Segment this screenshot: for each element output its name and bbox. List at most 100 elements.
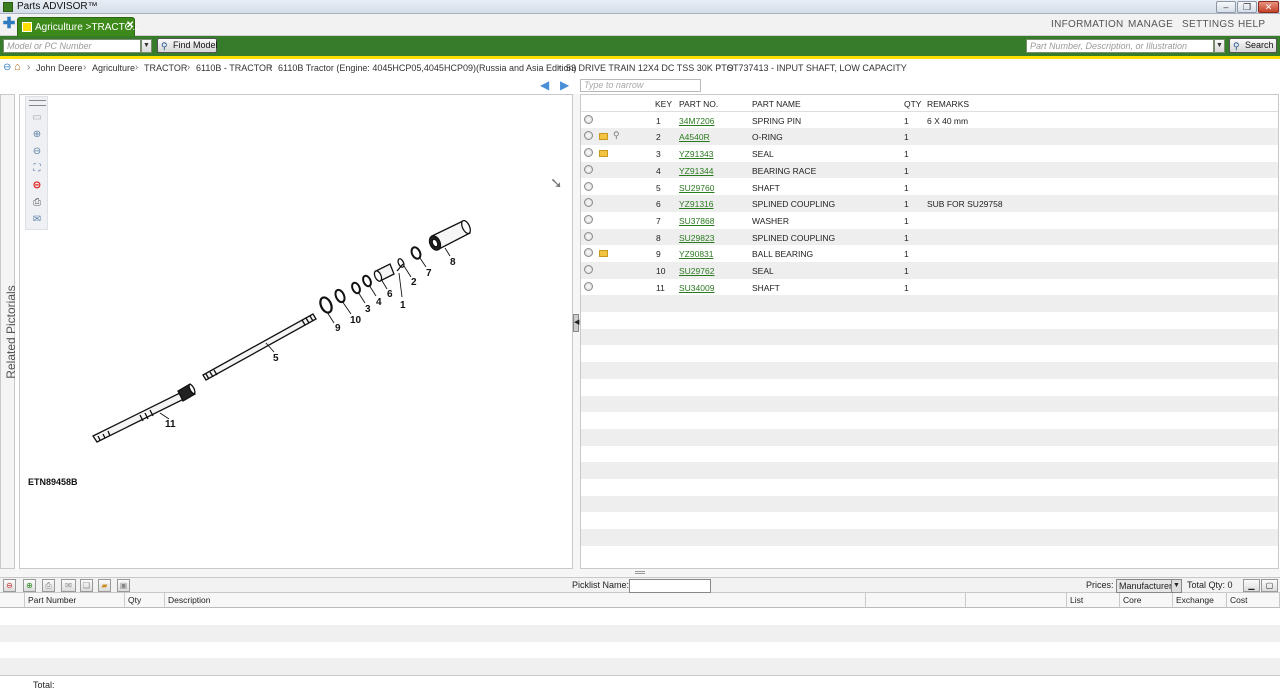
home-icon[interactable]: ⌂ — [14, 61, 21, 73]
part-number-link[interactable]: SU29762 — [679, 266, 714, 276]
column-cost[interactable]: Cost — [1227, 593, 1280, 608]
part-10-seal[interactable] — [334, 288, 347, 304]
add-to-picklist-icon[interactable] — [584, 231, 593, 241]
part-number-link[interactable]: SU34009 — [679, 283, 714, 293]
column-core[interactable]: Core — [1120, 593, 1173, 608]
column-exchange[interactable]: Exchange — [1173, 593, 1227, 608]
callout-10[interactable]: 10 — [350, 315, 362, 326]
callout-11[interactable]: 11 — [165, 419, 176, 430]
part-number-link[interactable]: SU37868 — [679, 216, 714, 226]
copy-icon[interactable]: ❏ — [80, 579, 93, 592]
breadcrumb-agriculture[interactable]: Agriculture — [92, 63, 135, 73]
part-11-shaft[interactable] — [92, 383, 196, 443]
add-to-picklist-icon[interactable] — [584, 248, 593, 258]
header-part-name[interactable]: PART NAME — [752, 99, 801, 109]
print-icon[interactable]: ⎙ — [42, 579, 55, 592]
minimize-icon[interactable]: – — [1216, 1, 1236, 13]
part-number-link[interactable]: YZ91316 — [679, 199, 714, 209]
column-description[interactable]: Description — [165, 593, 866, 608]
restore-icon[interactable]: ❐ — [1237, 1, 1257, 13]
part-number-link[interactable]: YZ91343 — [679, 149, 714, 159]
close-icon[interactable]: ✕ — [1258, 1, 1279, 13]
picklist-name-input[interactable] — [629, 579, 711, 593]
header-key[interactable]: KEY — [655, 99, 672, 109]
menu-information[interactable]: INFORMATION — [1051, 19, 1124, 30]
callout-1[interactable]: 1 — [400, 300, 406, 311]
model-dropdown-chevron-down-icon[interactable]: ▼ — [141, 39, 152, 53]
header-qty[interactable]: QTY — [904, 99, 921, 109]
add-to-picklist-icon[interactable] — [584, 198, 593, 208]
breadcrumb-john-deere[interactable]: John Deere — [36, 63, 83, 73]
part-number-link[interactable]: A4540R — [679, 132, 710, 142]
add-to-picklist-icon[interactable] — [584, 114, 593, 124]
column-qty[interactable]: Qty — [125, 593, 165, 608]
part-number-link[interactable]: SU29823 — [679, 233, 714, 243]
collapse-panel-icon[interactable]: ◀ — [573, 314, 579, 332]
part-search-input[interactable]: Part Number, Description, or Illustratio… — [1026, 39, 1214, 53]
new-tab-plus-icon[interactable]: ✚ — [2, 16, 16, 31]
part-number-link[interactable]: 34M7206 — [679, 116, 714, 126]
callout-8[interactable]: 8 — [450, 257, 456, 268]
part-8-splined-coupling[interactable] — [427, 219, 472, 252]
prices-chevron-down-icon[interactable]: ▼ — [1171, 579, 1182, 593]
column-part-number[interactable]: Part Number — [25, 593, 125, 608]
add-icon[interactable]: ⊕ — [23, 579, 36, 592]
model-search-input[interactable]: Model or PC Number — [3, 39, 141, 53]
callout-3[interactable]: 3 — [365, 304, 371, 315]
part-number-link[interactable]: YZ91344 — [679, 166, 714, 176]
part-number-link[interactable]: SU29760 — [679, 183, 714, 193]
related-pictorials-tab[interactable]: Related Pictorials — [0, 94, 18, 569]
back-icon[interactable]: ⊖ — [3, 62, 11, 73]
part-number-link[interactable]: YZ90831 — [679, 249, 714, 259]
part-search-dropdown-chevron-down-icon[interactable]: ▼ — [1214, 39, 1225, 53]
callout-2[interactable]: 2 — [411, 277, 417, 288]
part-4-bearing-race[interactable] — [362, 274, 373, 288]
splitter-grip-icon[interactable] — [635, 571, 645, 574]
add-to-picklist-icon[interactable] — [584, 148, 593, 158]
callout-4[interactable]: 4 — [376, 297, 382, 308]
add-to-picklist-icon[interactable] — [584, 181, 593, 191]
save-icon[interactable]: ▣ — [117, 579, 130, 592]
next-arrow-icon[interactable]: ▶ — [560, 78, 569, 92]
callout-5[interactable]: 5 — [273, 353, 279, 364]
menu-settings[interactable]: SETTINGS — [1182, 19, 1234, 30]
column-list[interactable]: List — [1067, 593, 1120, 608]
part-6-splined-coupling[interactable] — [373, 263, 395, 282]
add-to-picklist-icon[interactable] — [584, 214, 593, 224]
find-model-button[interactable]: ⚲ Find Model — [157, 38, 218, 53]
add-to-picklist-icon[interactable] — [584, 265, 593, 274]
prices-select[interactable]: Manufacturer — [1116, 579, 1172, 593]
menu-manage[interactable]: MANAGE — [1128, 19, 1173, 30]
email-icon[interactable]: ✉ — [61, 579, 76, 592]
minimize-panel-icon[interactable]: ▁ — [1243, 579, 1260, 592]
narrow-filter-input[interactable]: Type to narrow — [580, 79, 701, 92]
remove-icon[interactable]: ⊖ — [3, 579, 16, 592]
search-button[interactable]: ⚲ Search — [1229, 38, 1277, 53]
add-to-picklist-icon[interactable] — [584, 281, 593, 291]
attachment-icon[interactable]: ⚲ — [613, 130, 620, 141]
tab-agriculture-tractor[interactable]: Agriculture >TRACTO... ✕ — [17, 17, 141, 36]
header-remarks[interactable]: REMARKS — [927, 99, 969, 109]
tab-close-icon[interactable]: ✕ — [126, 20, 134, 31]
menu-help[interactable]: HELP — [1238, 19, 1265, 30]
callout-7[interactable]: 7 — [426, 268, 432, 279]
breadcrumb-tractor[interactable]: TRACTOR — [144, 63, 187, 73]
breadcrumb-6110b-tractor-engine[interactable]: 6110B Tractor (Engine: 4045HCP05,4045HCP… — [278, 63, 577, 73]
folder-icon[interactable] — [599, 133, 608, 141]
open-folder-icon[interactable]: ▰ — [98, 579, 111, 592]
part-3-seal[interactable] — [351, 281, 362, 295]
maximize-panel-icon[interactable]: ▢ — [1261, 579, 1278, 592]
callout-6[interactable]: 6 — [387, 289, 393, 300]
part-5-shaft[interactable] — [202, 313, 317, 381]
folder-icon[interactable] — [599, 150, 608, 158]
previous-arrow-icon[interactable]: ◀ — [540, 78, 549, 92]
breadcrumb-6110b[interactable]: 6110B - TRACTOR — [196, 63, 273, 73]
add-to-picklist-icon[interactable] — [584, 164, 593, 174]
header-part-no[interactable]: PART NO. — [679, 99, 718, 109]
add-to-picklist-icon[interactable] — [584, 131, 593, 141]
part-9-ball-bearing[interactable] — [318, 296, 334, 315]
breadcrumb-drive-train[interactable]: 53 DRIVE TRAIN 12X4 DC TSS 30K PTO — [566, 63, 734, 73]
folder-icon[interactable] — [599, 250, 608, 258]
callout-9[interactable]: 9 — [335, 323, 341, 334]
horizontal-splitter[interactable] — [0, 569, 1280, 577]
